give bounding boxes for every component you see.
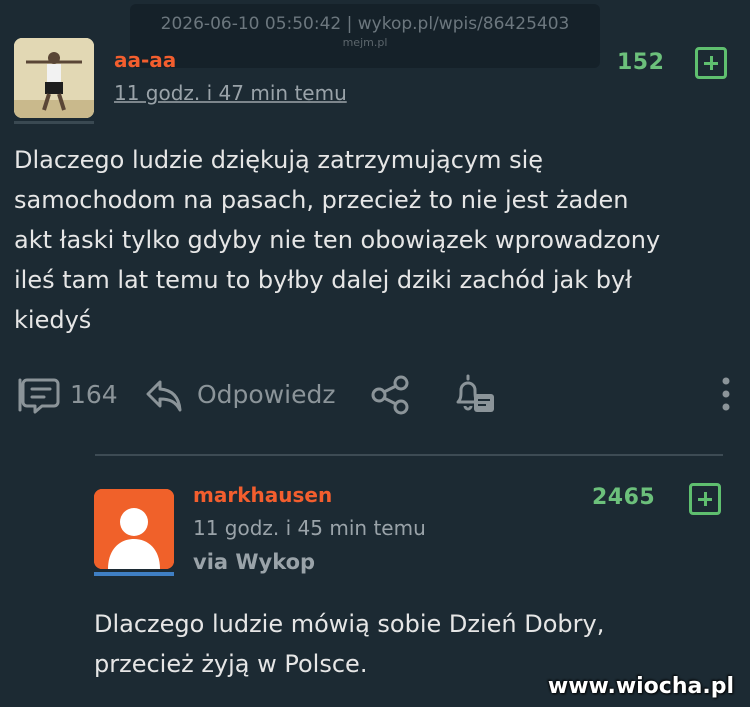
- avatar-underline: [14, 121, 94, 124]
- reply-username[interactable]: markhausen: [193, 483, 332, 507]
- stamp-text: 2026-06-10 05:50:42 | wykop.pl/wpis/8642…: [160, 14, 570, 34]
- post-username[interactable]: aa-aa: [114, 48, 176, 72]
- upvote-button[interactable]: [695, 47, 727, 79]
- post-score: 152: [617, 50, 665, 75]
- comments-count[interactable]: 164: [70, 380, 118, 409]
- reply-divider: [95, 454, 723, 456]
- comments-icon: [18, 378, 60, 414]
- reply-time[interactable]: 11 godz. i 45 min temu: [193, 516, 426, 540]
- reply-avatar[interactable]: [94, 489, 174, 569]
- post-time[interactable]: 11 godz. i 47 min temu: [114, 81, 347, 105]
- post-body-line: akt łaski tylko gdyby nie ten obowiązek …: [14, 226, 661, 254]
- reply-arrow-icon: [146, 380, 182, 412]
- site-watermark: www.wiocha.pl: [547, 674, 734, 699]
- screenshot-stamp: 2026-06-10 05:50:42 | wykop.pl/wpis/8642…: [130, 4, 600, 68]
- comments-button[interactable]: [14, 376, 60, 416]
- post-body-line: kiedyś: [14, 306, 92, 334]
- reply-source: via Wykop: [193, 550, 316, 574]
- share-button[interactable]: [370, 374, 412, 416]
- post-body: Dlaczego ludzie dziękują zatrzymującym s…: [14, 140, 734, 340]
- reply-body-line: Dlaczego ludzie mówią sobie Dzień Dobry,: [94, 610, 605, 638]
- reply-arrow-button[interactable]: [144, 376, 184, 416]
- notification-button[interactable]: [452, 372, 498, 418]
- more-options-button[interactable]: [721, 377, 731, 411]
- stamp-subtext: mejm.pl: [342, 36, 388, 49]
- reply-score: 2465: [592, 485, 656, 510]
- default-avatar-icon: [94, 489, 174, 569]
- reply-avatar-underline: [94, 572, 174, 576]
- post-body-line: Dlaczego ludzie dziękują zatrzymującym s…: [14, 146, 544, 174]
- share-icon: [371, 375, 409, 415]
- reply-body: Dlaczego ludzie mówią sobie Dzień Dobry,…: [94, 604, 714, 684]
- post-body-line: samochodom na pasach, przecież to nie je…: [14, 186, 629, 214]
- reply-button[interactable]: Odpowiedz: [197, 380, 335, 409]
- reply-upvote-button[interactable]: [689, 483, 721, 515]
- user-avatar[interactable]: [14, 38, 94, 118]
- avatar-image: [14, 38, 94, 118]
- more-options-icon: [722, 377, 730, 411]
- notification-bell-icon: [456, 374, 494, 412]
- post-body-line: ileś tam lat temu to byłby dalej dziki z…: [14, 266, 632, 294]
